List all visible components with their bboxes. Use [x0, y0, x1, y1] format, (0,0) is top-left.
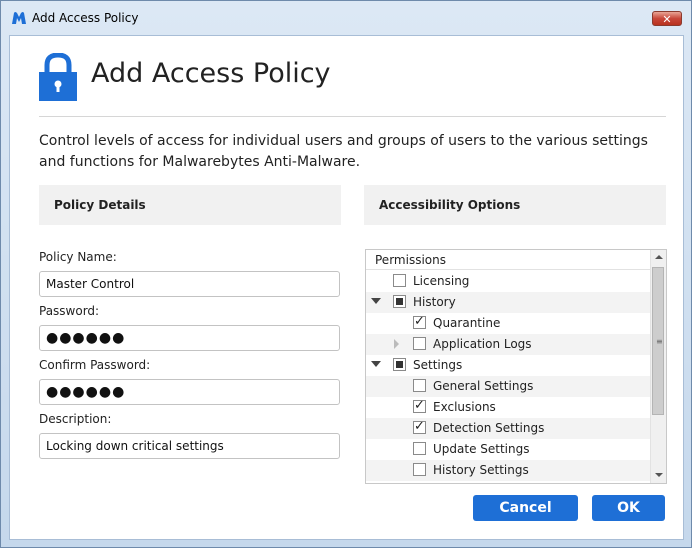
- lock-icon: [39, 53, 77, 101]
- intro-text: Control levels of access for individual …: [39, 133, 648, 170]
- tree-item-label: General Settings: [433, 379, 534, 393]
- password-input[interactable]: ●●●●●●: [39, 325, 340, 351]
- accessibility-options-heading: Accessibility Options: [364, 185, 666, 225]
- update-settings-checkbox[interactable]: [413, 442, 426, 455]
- expand-arrow-icon[interactable]: [371, 298, 381, 304]
- tree-row-general-settings[interactable]: General Settings: [366, 376, 650, 397]
- dialog-body: Add Access Policy Control levels of acce…: [9, 35, 684, 540]
- tree-item-label: Detection Settings: [433, 421, 545, 435]
- tree-row-history-settings[interactable]: History Settings: [366, 460, 650, 481]
- page-title: Add Access Policy: [91, 58, 331, 89]
- scroll-up-arrow-icon[interactable]: [655, 255, 663, 259]
- window-title: Add Access Policy: [32, 11, 139, 25]
- tree-row-application-logs[interactable]: Application Logs: [366, 334, 650, 355]
- tree-item-label: Update Settings: [433, 442, 530, 456]
- tree-scrollbar[interactable]: ≡: [650, 250, 666, 483]
- detection-settings-checkbox[interactable]: [413, 419, 426, 434]
- tree-row-history[interactable]: History: [366, 292, 650, 313]
- malwarebytes-logo-icon: [12, 12, 26, 24]
- tree-item-label: History Settings: [433, 463, 529, 477]
- password-label: Password:: [39, 304, 100, 318]
- tree-item-label: History: [413, 295, 456, 309]
- tree-row-exclusions[interactable]: Exclusions: [366, 397, 650, 418]
- history-settings-checkbox[interactable]: [413, 463, 426, 476]
- cancel-button[interactable]: Cancel: [473, 495, 578, 521]
- description-label: Description:: [39, 412, 112, 426]
- permissions-column-header[interactable]: Permissions: [366, 250, 650, 270]
- dialog-window: Add Access Policy ✕ Add Access Policy Co…: [0, 0, 692, 548]
- quarantine-checkbox[interactable]: [413, 314, 426, 329]
- header-divider: [39, 116, 666, 117]
- scrollbar-thumb[interactable]: ≡: [652, 267, 664, 415]
- close-button[interactable]: ✕: [652, 11, 682, 26]
- confirm-password-label: Confirm Password:: [39, 358, 151, 372]
- exclusions-checkbox[interactable]: [413, 398, 426, 413]
- ok-button[interactable]: OK: [592, 495, 665, 521]
- tree-item-label: Quarantine: [433, 316, 501, 330]
- tree-row-quarantine[interactable]: Quarantine: [366, 313, 650, 334]
- history-checkbox[interactable]: [393, 295, 406, 308]
- collapsed-arrow-icon[interactable]: [394, 339, 399, 349]
- tree-item-label: Licensing: [413, 274, 470, 288]
- general-settings-checkbox[interactable]: [413, 379, 426, 392]
- licensing-checkbox[interactable]: [393, 274, 406, 287]
- tree-item-label: Application Logs: [433, 337, 532, 351]
- application-logs-checkbox[interactable]: [413, 337, 426, 350]
- policy-name-input[interactable]: Master Control: [39, 271, 340, 297]
- policy-name-label: Policy Name:: [39, 250, 117, 264]
- scroll-down-arrow-icon[interactable]: [655, 473, 663, 477]
- tree-row-detection-settings[interactable]: Detection Settings: [366, 418, 650, 439]
- tree-item-label: Settings: [413, 358, 463, 372]
- tree-item-label: Exclusions: [433, 400, 496, 414]
- tree-row-licensing[interactable]: Licensing: [366, 271, 650, 292]
- settings-checkbox[interactable]: [393, 358, 406, 371]
- grip-icon: ≡: [656, 337, 663, 346]
- permissions-tree[interactable]: Permissions Licensing History Quarantine…: [365, 249, 667, 484]
- policy-details-heading: Policy Details: [39, 185, 341, 225]
- description-input[interactable]: Locking down critical settings: [39, 433, 340, 459]
- title-bar[interactable]: Add Access Policy ✕: [1, 1, 691, 35]
- confirm-password-input[interactable]: ●●●●●●: [39, 379, 340, 405]
- tree-row-settings[interactable]: Settings: [366, 355, 650, 376]
- expand-arrow-icon[interactable]: [371, 361, 381, 367]
- tree-row-update-settings[interactable]: Update Settings: [366, 439, 650, 460]
